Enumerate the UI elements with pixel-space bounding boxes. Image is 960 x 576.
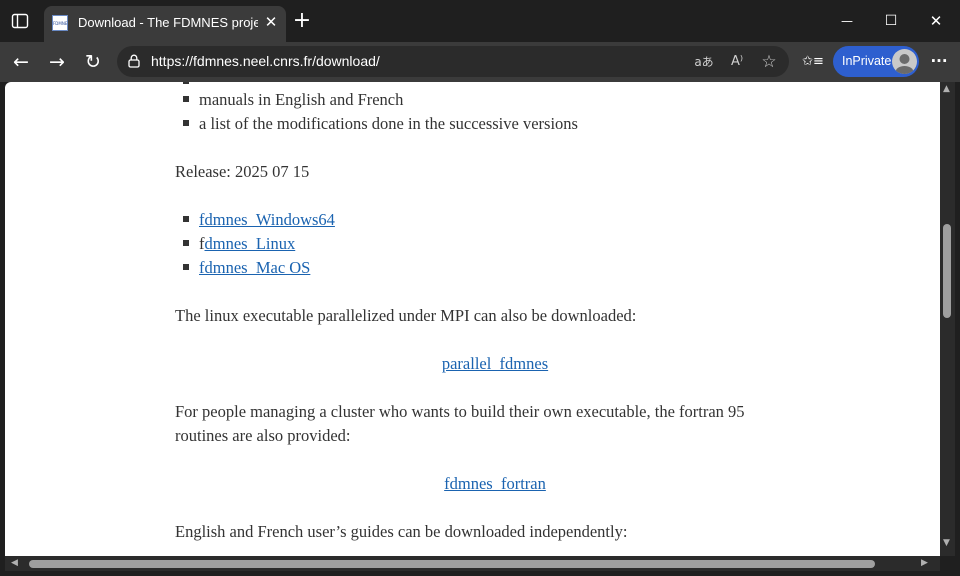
forward-button[interactable]: → [44, 49, 70, 75]
window-close-button[interactable]: ✕ [921, 10, 951, 32]
download-link-windows[interactable]: fdmnes_Windows64 [199, 210, 335, 229]
mpi-paragraph: The linux executable parallelized under … [175, 306, 637, 325]
scroll-up-arrow-icon[interactable]: ▲ [943, 84, 950, 94]
inprivate-badge[interactable]: InPrivate [833, 46, 919, 77]
download-link-linux[interactable]: dmnes_Linux [205, 234, 296, 253]
fortran-link-container: fdmnes_fortran [175, 474, 815, 494]
parallel-link-container: parallel_fdmnes [175, 354, 815, 374]
site-favicon: FDMNES [52, 15, 68, 31]
tab-title: Download - The FDMNES project [78, 15, 258, 30]
translate-icon[interactable]: aあ [692, 52, 716, 72]
tab-actions-icon[interactable] [11, 13, 29, 29]
maximize-button[interactable]: ☐ [876, 10, 906, 32]
list-bullet [183, 96, 189, 102]
settings-menu-icon[interactable]: ··· [925, 50, 953, 72]
favorites-collection-icon[interactable]: ✩≡ [799, 51, 827, 73]
minimize-button[interactable]: — [832, 10, 862, 32]
new-tab-button[interactable]: + [290, 8, 314, 34]
download-link-macos[interactable]: fdmnes_Mac OS [199, 258, 310, 277]
lock-icon[interactable] [126, 53, 142, 69]
parallel-fdmnes-link[interactable]: parallel_fdmnes [442, 354, 548, 373]
tab-bar: FDMNES Download - The FDMNES project ✕ +… [0, 0, 960, 42]
list-bullet [183, 216, 189, 222]
inprivate-label: InPrivate [842, 54, 892, 68]
scroll-down-arrow-icon[interactable]: ▼ [943, 538, 950, 548]
list-bullet [183, 120, 189, 126]
address-bar[interactable]: https://fdmnes.neel.cnrs.fr/download/ aあ… [117, 46, 789, 77]
cluster-paragraph-line-1: For people managing a cluster who wants … [175, 402, 745, 421]
back-button[interactable]: ← [8, 49, 34, 75]
vertical-scrollbar[interactable]: ▲ ▼ [940, 82, 955, 556]
horizontal-scroll-thumb[interactable] [29, 560, 875, 568]
download-item-linux: fdmnes_Linux [199, 234, 295, 254]
download-item-macos: fdmnes_Mac OS [199, 258, 310, 278]
list-bullet [183, 240, 189, 246]
horizontal-scrollbar[interactable]: ◀ ▶ [5, 556, 940, 571]
read-aloud-icon[interactable]: A⁾ [725, 52, 749, 72]
list-bullet [183, 82, 189, 84]
scroll-right-arrow-icon[interactable]: ▶ [921, 558, 928, 568]
tab-active[interactable]: FDMNES Download - The FDMNES project ✕ [44, 6, 286, 42]
refresh-button[interactable]: ↻ [80, 49, 106, 75]
download-item-windows: fdmnes_Windows64 [199, 210, 335, 230]
fdmnes-fortran-link[interactable]: fdmnes_fortran [444, 474, 546, 493]
url-text[interactable]: https://fdmnes.neel.cnrs.fr/download/ [151, 53, 380, 69]
scroll-left-arrow-icon[interactable]: ◀ [11, 558, 18, 568]
tab-close-icon[interactable]: ✕ [260, 12, 282, 34]
list-bullet [183, 264, 189, 270]
page-viewport: manuals in English and French a list of … [5, 82, 940, 556]
navigation-toolbar: ← → ↻ https://fdmnes.neel.cnrs.fr/downlo… [0, 42, 960, 82]
release-date: Release: 2025 07 15 [175, 162, 310, 181]
avatar [892, 49, 917, 74]
favorite-star-icon[interactable]: ☆ [757, 51, 781, 73]
guides-paragraph: English and French user’s guides can be … [175, 522, 628, 541]
vertical-scroll-thumb[interactable] [943, 224, 951, 318]
cluster-paragraph-line-2: routines are also provided: [175, 426, 351, 445]
list-item: a list of the modifications done in the … [199, 114, 578, 133]
list-item: manuals in English and French [199, 90, 404, 109]
